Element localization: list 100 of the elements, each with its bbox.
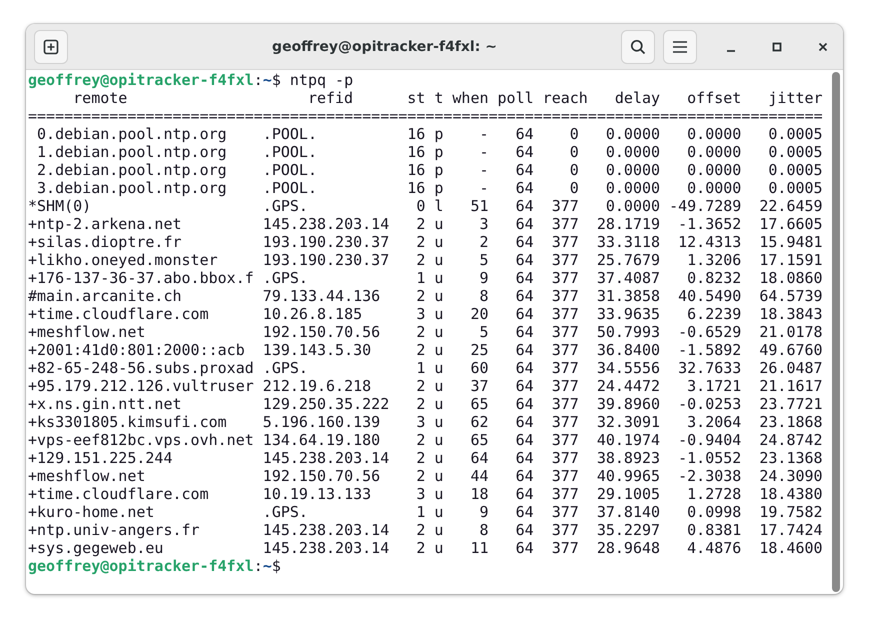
table-cell: 0.0005 (768, 161, 823, 179)
prompt-separator: : (254, 557, 263, 575)
table-cell: 0 (416, 197, 426, 215)
table-cell: 0.0000 (606, 197, 660, 215)
table-cell: 3 (416, 305, 426, 323)
table-cell: 12.4313 (678, 233, 742, 251)
table-cell: p (434, 179, 444, 197)
minimize-icon (727, 50, 735, 52)
table-cell: 2 (416, 323, 426, 341)
table-cell: 134.64.19.180 (262, 431, 380, 449)
table-cell: 65 (470, 395, 489, 413)
table-cell: 145.238.203.14 (262, 449, 390, 467)
plus-square-icon (43, 38, 59, 54)
table-cell: -0.0253 (678, 395, 742, 413)
table-cell: 1.2728 (687, 485, 742, 503)
table-cell: 0.0000 (687, 125, 742, 143)
table-cell: 0 (570, 143, 579, 161)
table-cell: u (434, 413, 444, 431)
table-cell: 64 (516, 269, 534, 287)
table-cell: p (434, 143, 444, 161)
table-cell: -0.6529 (678, 323, 742, 341)
table-cell: 2 (416, 467, 426, 485)
table-cell: 44 (470, 467, 489, 485)
prompt-user-host: geoffrey@opitracker-f4fxl (28, 557, 254, 575)
table-cell: 4.4876 (687, 539, 742, 557)
table-cell: 33.9635 (596, 305, 660, 323)
table-cell: u (434, 251, 444, 269)
table-cell: 64 (516, 125, 534, 143)
table-cell: 31.3858 (596, 287, 660, 305)
table-cell: 9 (480, 269, 489, 287)
table-cell: 2 (416, 431, 426, 449)
table-cell: .GPS. (262, 269, 308, 287)
table-cell: 3.debian.pool.ntp.org (37, 179, 227, 197)
table-cell: +meshflow.net (28, 323, 146, 341)
table-cell: 145.238.203.14 (262, 521, 390, 539)
table-cell: u (434, 287, 444, 305)
table-cell: 377 (552, 197, 579, 215)
table-cell: 50.7993 (596, 323, 660, 341)
table-cell: 5 (480, 251, 489, 269)
table-cell: 2 (416, 539, 426, 557)
table-cell: 2 (416, 521, 426, 539)
table-cell: 377 (552, 341, 579, 359)
table-cell: 32.3091 (596, 413, 660, 431)
table-cell: 192.150.70.56 (262, 323, 380, 341)
table-cell: 377 (552, 395, 579, 413)
table-cell: 2.debian.pool.ntp.org (37, 161, 227, 179)
table-cell: u (434, 503, 444, 521)
table-cell: +95.179.212.126.vultruser (28, 377, 254, 395)
search-icon (630, 38, 646, 54)
table-cell: 377 (552, 305, 579, 323)
table-cell: 17.6605 (759, 215, 823, 233)
table-cell: 37.4087 (596, 269, 660, 287)
table-cell: +vps-eef812bc.vps.ovh.net (28, 431, 254, 449)
table-cell: 129.250.35.222 (262, 395, 390, 413)
table-cell: 16 (407, 125, 426, 143)
table-cell: -0.9404 (678, 431, 742, 449)
prompt-symbol: $ (272, 557, 281, 575)
table-cell: +82-65-248-56.subs.proxad (28, 359, 254, 377)
prompt-path: ~ (262, 71, 272, 89)
table-cell: 64 (516, 143, 534, 161)
table-cell: 3 (416, 413, 426, 431)
table-cell: +176-137-36-37.abo.bbox.f (28, 269, 254, 287)
table-cell: 36.8400 (596, 341, 660, 359)
new-tab-button[interactable] (34, 30, 68, 64)
table-cell: 2 (416, 395, 426, 413)
table-cell: p (434, 161, 444, 179)
table-cell: u (434, 359, 444, 377)
table-cell: .POOL. (262, 179, 317, 197)
table-cell: 64.5739 (759, 287, 823, 305)
table-cell: 29.1005 (596, 485, 660, 503)
table-cell: p (434, 125, 444, 143)
table-cell: 16 (407, 161, 426, 179)
table-cell: 9 (480, 503, 489, 521)
column-header: t (434, 89, 444, 107)
table-cell: 64 (470, 449, 489, 467)
maximize-icon (772, 42, 782, 52)
table-cell: 22.6459 (759, 197, 823, 215)
search-button[interactable] (621, 30, 655, 64)
table-cell: 26.0487 (759, 359, 823, 377)
table-cell: 2 (416, 341, 426, 359)
table-cell: 10.19.13.133 (262, 485, 372, 503)
table-cell: 1 (416, 269, 426, 287)
table-cell: 23.1868 (759, 413, 823, 431)
scrollbar-thumb[interactable] (832, 72, 840, 592)
table-cell: 18.4600 (759, 539, 823, 557)
table-cell: 0.0000 (606, 161, 660, 179)
table-cell: 0.0000 (606, 125, 660, 143)
menu-button[interactable] (663, 30, 697, 64)
table-cell: 21.0178 (759, 323, 823, 341)
table-cell: 65 (470, 431, 489, 449)
table-cell: -49.7289 (669, 197, 742, 215)
table-cell: 8 (480, 521, 489, 539)
table-cell: 0.8381 (687, 521, 742, 539)
table-cell: 35.2297 (596, 521, 660, 539)
table-cell: 18.0860 (759, 269, 823, 287)
table-cell: 37.8140 (596, 503, 660, 521)
table-cell: 23.7721 (759, 395, 823, 413)
table-cell: 377 (552, 449, 579, 467)
table-cell: 20 (470, 305, 489, 323)
table-cell: 377 (552, 269, 579, 287)
